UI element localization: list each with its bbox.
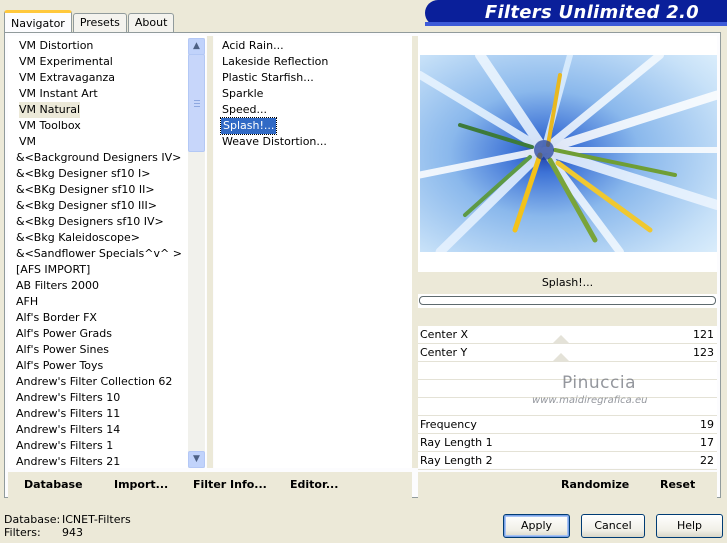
category-item[interactable]: Andrew's Filters 14 (16, 422, 120, 438)
splitter-left[interactable] (207, 36, 213, 468)
filters-label: Filters: (4, 526, 41, 539)
param-ray-length-2[interactable]: Ray Length 2 22 (418, 452, 717, 470)
category-item[interactable]: &<Background Designers IV> (16, 150, 181, 166)
watermark-url: www.maidiregrafica.eu (532, 395, 648, 406)
watermark-title: Pinuccia (562, 373, 636, 393)
scroll-down-arrow-icon[interactable]: ▼ (188, 451, 205, 468)
param-value: 121 (693, 328, 714, 341)
filter-item[interactable]: Splash!... (219, 117, 278, 135)
progress-bar (419, 296, 716, 305)
param-ray-length-1[interactable]: Ray Length 1 17 (418, 434, 717, 452)
filter-list[interactable]: Acid Rain... Lakeside Reflection Plastic S… (214, 36, 412, 468)
category-item[interactable]: &<Bkg Kaleidoscope> (16, 230, 140, 246)
tab-navigator[interactable]: Navigator (4, 10, 72, 32)
category-item[interactable]: Alf's Border FX (16, 310, 97, 326)
preview-spacer (418, 308, 717, 326)
filters-count: 943 (62, 526, 83, 539)
category-item[interactable]: VM Natural (19, 102, 81, 118)
filter-item[interactable]: Speed... (222, 102, 267, 118)
database-label: Database: (4, 513, 61, 526)
filter-item[interactable]: Sparkle (222, 86, 263, 102)
category-item[interactable]: Alf's Power Toys (16, 358, 103, 374)
filter-info-button[interactable]: Filter Info... (193, 478, 267, 491)
scroll-up-arrow-icon[interactable]: ▲ (188, 38, 205, 55)
category-item[interactable]: AB Filters 2000 (16, 278, 99, 294)
editor-button[interactable]: Editor... (290, 478, 338, 491)
category-item[interactable]: Andrew's Filters 21 (16, 454, 120, 468)
category-item[interactable]: Alf's Power Grads (16, 326, 112, 342)
database-value: ICNET-Filters (62, 513, 131, 526)
import-button[interactable]: Import... (114, 478, 168, 491)
param-label: Ray Length 2 (420, 454, 493, 467)
param-value: 22 (700, 454, 714, 467)
parameter-toolbar: Randomize Reset (418, 472, 717, 498)
param-center-x[interactable]: Center X 121 (418, 326, 717, 344)
apply-button[interactable]: Apply (503, 514, 570, 538)
category-item[interactable]: Andrew's Filters 1 (16, 438, 113, 454)
tab-bar: Navigator Presets About (4, 10, 175, 32)
database-button[interactable]: Database (24, 478, 83, 491)
category-scrollbar[interactable]: ▲ ▼ (188, 38, 205, 468)
filter-item[interactable]: Acid Rain... (222, 38, 284, 54)
tab-about[interactable]: About (127, 13, 175, 32)
param-label: Frequency (420, 418, 477, 431)
category-item[interactable]: &<Bkg Designers sf10 IV> (16, 214, 164, 230)
category-item[interactable]: Andrew's Filters 11 (16, 406, 120, 422)
preview-filter-name: Splash!... (418, 272, 717, 294)
category-item[interactable]: VM Distortion (19, 38, 93, 54)
category-item[interactable]: [AFS IMPORT] (16, 262, 90, 278)
param-value: 17 (700, 436, 714, 449)
category-item[interactable]: Andrew's Filter Collection 62 (16, 374, 172, 390)
scroll-thumb[interactable] (188, 54, 205, 152)
preview-image (420, 55, 717, 252)
category-item[interactable]: Alf's Power Sines (16, 342, 109, 358)
category-item[interactable]: AFH (16, 294, 38, 310)
tab-presets[interactable]: Presets (72, 13, 127, 32)
reset-button[interactable]: Reset (660, 478, 695, 491)
cancel-button[interactable]: Cancel (581, 514, 645, 538)
category-item[interactable]: VM (19, 134, 36, 150)
help-button[interactable]: Help (656, 514, 723, 538)
category-item[interactable]: &<Bkg Designer sf10 III> (16, 198, 157, 214)
filter-item[interactable]: Lakeside Reflection (222, 54, 328, 70)
param-value: 123 (693, 346, 714, 359)
param-center-y[interactable]: Center Y 123 (418, 344, 717, 362)
category-item[interactable]: &<Bkg Designer sf10 I> (16, 166, 151, 182)
navigator-toolbar: Database Import... Filter Info... Editor… (8, 472, 412, 498)
param-label: Center X (420, 328, 469, 341)
banner-title: Filters Unlimited 2.0 (484, 2, 699, 23)
param-label: Ray Length 1 (420, 436, 493, 449)
category-item[interactable]: VM Experimental (19, 54, 113, 70)
param-value: 19 (700, 418, 714, 431)
filter-item[interactable]: Weave Distortion... (222, 134, 327, 150)
param-frequency[interactable]: Frequency 19 (418, 416, 717, 434)
category-item[interactable]: &<Sandflower Specials^v^ > (16, 246, 182, 262)
title-banner: Filters Unlimited 2.0 (425, 0, 727, 26)
randomize-button[interactable]: Randomize (561, 478, 629, 491)
filter-item[interactable]: Plastic Starfish... (222, 70, 314, 86)
category-list[interactable]: VM Distortion VM Experimental VM Extravaga… (8, 36, 206, 468)
category-item[interactable]: VM Extravaganza (19, 70, 115, 86)
category-item[interactable]: &<BKg Designer sf10 II> (16, 182, 155, 198)
param-label: Center Y (420, 346, 468, 359)
category-item[interactable]: VM Toolbox (19, 118, 81, 134)
grip-icon (194, 100, 200, 107)
category-item[interactable]: VM Instant Art (19, 86, 98, 102)
category-item[interactable]: Andrew's Filters 10 (16, 390, 120, 406)
